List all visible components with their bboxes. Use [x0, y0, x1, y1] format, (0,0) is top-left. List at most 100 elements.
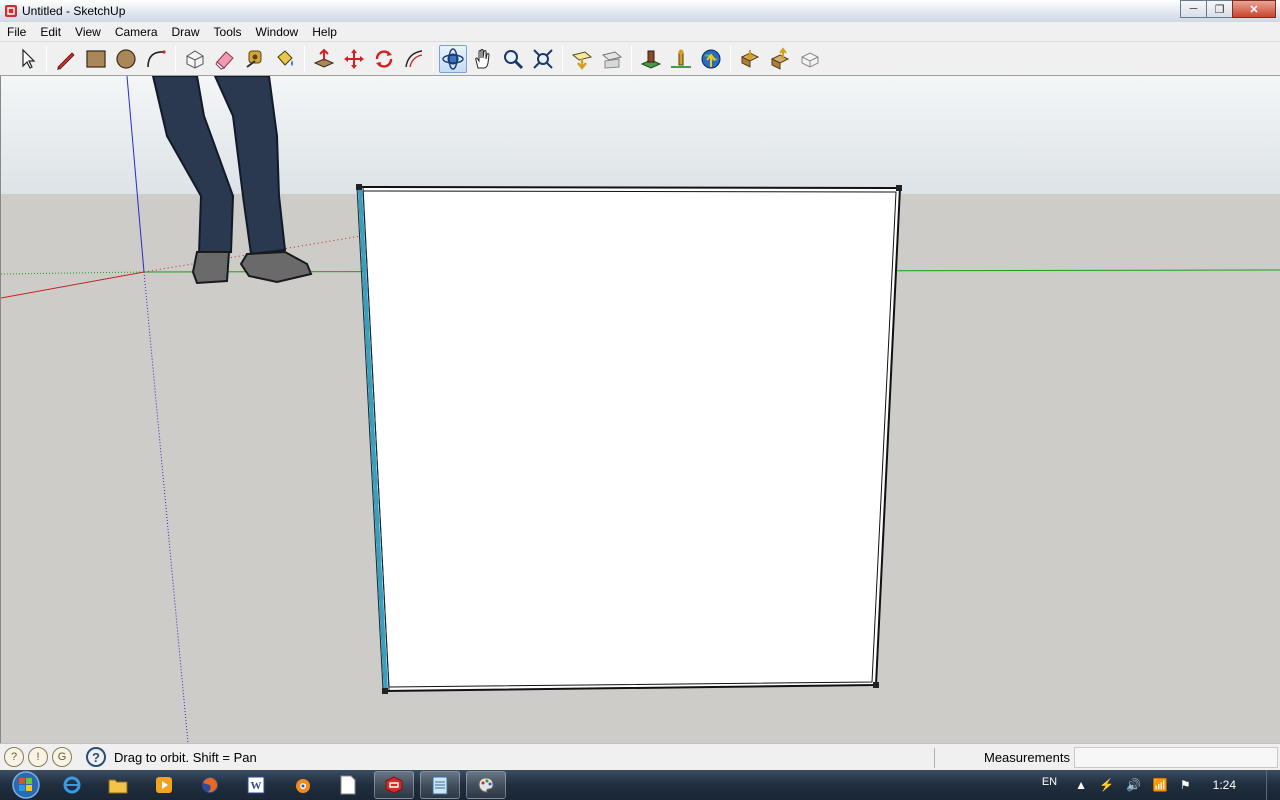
offset-tool-button[interactable] [400, 45, 428, 73]
help-icon[interactable]: ? [86, 747, 106, 767]
credits-icon[interactable]: ! [28, 747, 48, 767]
vertex [382, 688, 388, 694]
pan-tool-button[interactable] [469, 45, 497, 73]
terrain-icon [671, 49, 691, 68]
rotate-tool-button[interactable] [370, 45, 398, 73]
menu-bar: File Edit View Camera Draw Tools Window … [0, 22, 1280, 42]
taskbar-explorer[interactable] [98, 771, 138, 799]
make-component-button[interactable] [181, 45, 209, 73]
toggle-terrain-button[interactable] [667, 45, 695, 73]
arrow-cursor-icon [22, 48, 36, 69]
action-center-flag-icon[interactable]: ⚑ [1180, 778, 1191, 792]
paint-bucket-icon [277, 49, 293, 66]
status-bar: ? ! G ? Drag to orbit. Shift = Pan Measu… [0, 743, 1280, 770]
system-tray: EN ▲ ⚡ 🔊 📶 ⚑ 1:24 [1042, 770, 1280, 800]
select-tool-button[interactable] [13, 45, 41, 73]
taskbar-notepad[interactable] [420, 771, 460, 799]
menu-camera[interactable]: Camera [108, 22, 165, 42]
share-model-button[interactable] [766, 45, 794, 73]
tape-measure-icon [246, 50, 262, 68]
earth-icon [701, 49, 721, 68]
status-hint: Drag to orbit. Shift = Pan [114, 749, 257, 765]
windows-taskbar: W EN ▲ ⚡ 🔊 📶 ⚑ 1:24 [0, 770, 1280, 800]
clock[interactable]: 1:24 [1213, 778, 1236, 792]
taskbar-firefox[interactable] [190, 771, 230, 799]
get-models-button[interactable] [736, 45, 764, 73]
taskbar-sketchup[interactable] [374, 771, 414, 799]
orbit-tool-button[interactable] [439, 44, 467, 73]
menu-file[interactable]: File [0, 22, 33, 42]
line-tool-button[interactable] [52, 45, 80, 73]
eraser-tool-button[interactable] [211, 45, 239, 73]
arc-icon [147, 49, 166, 67]
taskbar-paint[interactable] [466, 771, 506, 799]
svg-text:W: W [251, 780, 262, 792]
rectangle-tool-button[interactable] [82, 45, 110, 73]
network-icon[interactable]: 📶 [1153, 778, 1168, 792]
share-model-icon [770, 46, 790, 70]
toolbar-separator [304, 45, 305, 72]
move-tool-button[interactable] [340, 45, 368, 73]
push-pull-icon [313, 48, 335, 68]
magnifier-icon [504, 49, 524, 69]
measurements-label: Measurements [984, 750, 1070, 765]
windows-logo-icon [12, 771, 40, 799]
close-button[interactable]: ✕ [1232, 0, 1276, 18]
move-icon [344, 48, 364, 69]
location-icon [640, 50, 662, 69]
menu-help[interactable]: Help [305, 22, 344, 42]
next-view-button[interactable] [598, 45, 626, 73]
toolbar-separator [175, 45, 176, 72]
folder-icon [108, 779, 128, 794]
status-divider [934, 748, 935, 768]
title-bar: Untitled - SketchUp ─ ❐ ✕ [0, 0, 1280, 22]
paint-icon [478, 777, 494, 793]
window-title: Untitled - SketchUp [22, 4, 126, 18]
show-desktop-button[interactable] [1266, 770, 1280, 800]
scene-canvas[interactable] [1, 76, 1280, 743]
maximize-button[interactable]: ❐ [1206, 0, 1233, 18]
previous-view-button[interactable] [568, 45, 596, 73]
push-pull-tool-button[interactable] [310, 45, 338, 73]
toolbar-separator [631, 45, 632, 72]
taskbar-media-player[interactable] [144, 771, 184, 799]
circle-tool-button[interactable] [112, 45, 140, 73]
taskbar-word[interactable]: W [236, 771, 276, 799]
preview-google-earth-button[interactable] [697, 45, 725, 73]
menu-window[interactable]: Window [249, 22, 306, 42]
show-hidden-icons-icon[interactable]: ▲ [1075, 778, 1087, 792]
share-component-icon [801, 51, 819, 68]
previous-icon [571, 50, 593, 70]
measurements-input[interactable] [1074, 747, 1278, 768]
model-viewport[interactable] [0, 76, 1280, 743]
minimize-button[interactable]: ─ [1180, 0, 1207, 18]
zoom-extents-button[interactable] [529, 45, 557, 73]
toolbar-separator [730, 45, 731, 72]
tape-measure-tool-button[interactable] [241, 45, 269, 73]
rotate-icon [375, 49, 393, 68]
share-component-button[interactable] [796, 45, 824, 73]
volume-icon[interactable]: 🔊 [1126, 778, 1141, 792]
window-controls: ─ ❐ ✕ [1180, 0, 1276, 18]
taskbar-internet-explorer[interactable] [52, 771, 92, 799]
hand-icon [475, 48, 490, 68]
vertex [873, 682, 879, 688]
menu-tools[interactable]: Tools [207, 22, 249, 42]
menu-view[interactable]: View [68, 22, 108, 42]
white-face[interactable] [359, 187, 900, 691]
taskbar-document[interactable] [328, 771, 368, 799]
start-button[interactable] [6, 770, 46, 800]
arc-tool-button[interactable] [142, 45, 170, 73]
geolocation-icon[interactable]: ? [4, 747, 24, 767]
component-icon [186, 49, 204, 69]
paint-bucket-tool-button[interactable] [271, 45, 299, 73]
power-icon[interactable]: ⚡ [1099, 778, 1114, 792]
zoom-tool-button[interactable] [499, 45, 527, 73]
user-icon[interactable]: G [52, 747, 72, 767]
taskbar-blender[interactable] [282, 771, 322, 799]
language-indicator[interactable]: EN [1042, 776, 1057, 788]
toolbar-separator [433, 45, 434, 72]
add-location-button[interactable] [637, 45, 665, 73]
menu-draw[interactable]: Draw [165, 22, 207, 42]
menu-edit[interactable]: Edit [33, 22, 68, 42]
